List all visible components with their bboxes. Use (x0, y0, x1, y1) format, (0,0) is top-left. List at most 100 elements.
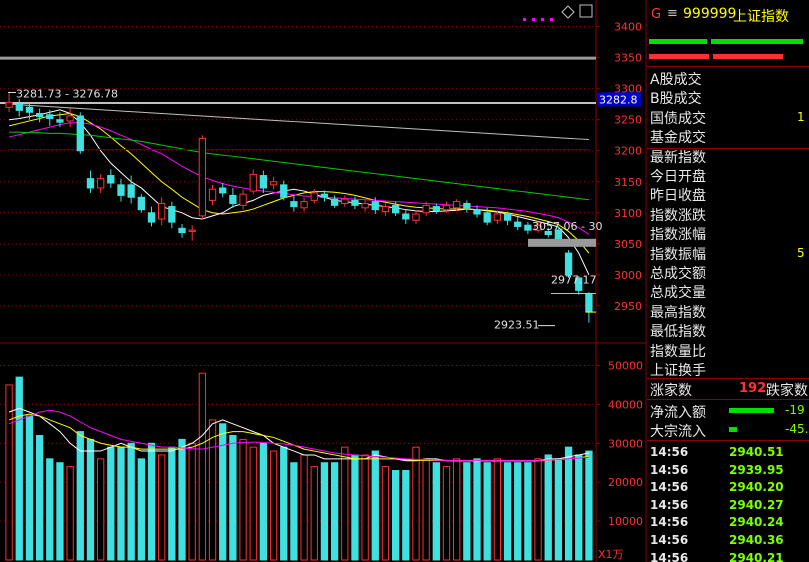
volume-bar (56, 462, 64, 561)
candle (178, 223, 186, 238)
tick-time: 14:56 (650, 462, 689, 477)
price-tick-label: 3200 (614, 145, 642, 158)
candle (361, 200, 369, 212)
security-name: 上证指数 (733, 9, 789, 25)
candle-body (147, 212, 156, 223)
candle-body (412, 213, 420, 221)
volume-bar (86, 438, 95, 561)
candle-body (15, 103, 23, 111)
volume-bar (361, 454, 369, 561)
volume-tick-label: 10000 (608, 515, 643, 528)
tick-price: 2940.20 (729, 480, 784, 495)
tick-price: 2940.24 (729, 515, 784, 530)
volume-bar (178, 438, 186, 561)
ma-line-ma250 (9, 103, 589, 141)
candle-body (442, 204, 451, 211)
candle-body (564, 252, 573, 276)
candle (86, 170, 95, 193)
candle (249, 169, 257, 195)
price-tick-label: 3350 (614, 52, 642, 65)
menu-icon[interactable]: ≡ (667, 6, 678, 21)
buy-strength-bar (649, 39, 707, 44)
candle (168, 201, 176, 229)
candle-body (25, 106, 34, 113)
volume-bar (432, 462, 440, 561)
volume-bar (341, 446, 349, 561)
current-price-tag: 3282.8 (599, 93, 638, 106)
candle (402, 209, 410, 224)
window-box-icon[interactable] (579, 4, 593, 18)
candle-body (463, 202, 471, 209)
volume-bar (158, 454, 166, 561)
candle-body (219, 187, 227, 194)
volume-bar (137, 458, 145, 561)
candle (188, 225, 196, 241)
candle (524, 222, 532, 234)
up-count-label: 涨家数 (650, 383, 692, 399)
dotted-indicator-icon[interactable] (523, 18, 553, 21)
price-tick-label: 3250 (614, 114, 642, 127)
candle (107, 169, 115, 188)
volume-bar (503, 462, 512, 561)
volume-bar (351, 454, 359, 561)
candle (137, 194, 145, 213)
chart-annotations: 3281.73 - 3276.78 3282.8 3057.06 - 30 2977.… (8, 87, 641, 332)
candle (147, 206, 156, 227)
tick-time: 14:56 (650, 497, 689, 512)
block-inflow-label: 大宗流入 (650, 424, 706, 440)
candle (381, 203, 390, 216)
volume-bar (15, 376, 23, 561)
volume-bar (514, 462, 522, 561)
candle-body (351, 199, 359, 206)
candle (35, 108, 44, 123)
tick-price: 2940.51 (729, 445, 784, 459)
info-row-label: 最高指数 (650, 304, 706, 321)
candle-body (524, 224, 532, 231)
candle (280, 180, 288, 201)
candle (585, 292, 593, 323)
volume-bar (422, 458, 430, 561)
volume-bar (564, 446, 573, 561)
candle-body (381, 206, 390, 213)
candle-body (66, 115, 74, 122)
volume-bar (391, 470, 400, 561)
net-inflow-value: -19 (785, 403, 805, 417)
tick-time: 14:56 (650, 445, 689, 459)
candle-body (320, 193, 329, 198)
candle-body (46, 114, 54, 119)
volume-bar (280, 446, 288, 561)
candle-body (35, 112, 44, 118)
candle-body (290, 201, 298, 208)
candle-body (86, 178, 95, 189)
candle-body (158, 202, 166, 220)
tick-price: 2939.95 (729, 462, 784, 477)
volume-bar (310, 466, 318, 561)
low-price-label: 2923.51 (494, 319, 540, 332)
candle (229, 187, 237, 208)
volume-bar (463, 462, 471, 561)
net-inflow-label: 净流入额 (650, 405, 706, 421)
volume-tick-label: 50000 (608, 359, 643, 372)
candle-body (422, 204, 430, 214)
candle-body (402, 213, 410, 220)
volume-bar (524, 462, 532, 561)
tick-time: 14:56 (650, 515, 689, 530)
candle (219, 182, 227, 198)
info-row-label: B股成交 (650, 91, 702, 108)
volume-bar (188, 442, 196, 561)
chart-toolbar[interactable] (523, 4, 593, 21)
candle-body (249, 173, 257, 192)
diamond-icon[interactable] (561, 5, 575, 19)
volume-bar (269, 450, 278, 561)
volume-bar (66, 466, 74, 561)
candle-body (198, 137, 207, 217)
candle (432, 203, 440, 215)
volume-tick-label: 30000 (608, 437, 643, 450)
candle-body (280, 184, 288, 198)
candlesticks (5, 91, 593, 323)
candle-body (391, 204, 400, 214)
volume-tick-label: 20000 (608, 476, 643, 489)
candle-body (137, 196, 145, 211)
volume-bar (198, 372, 207, 561)
net-inflow-bar (729, 408, 774, 413)
